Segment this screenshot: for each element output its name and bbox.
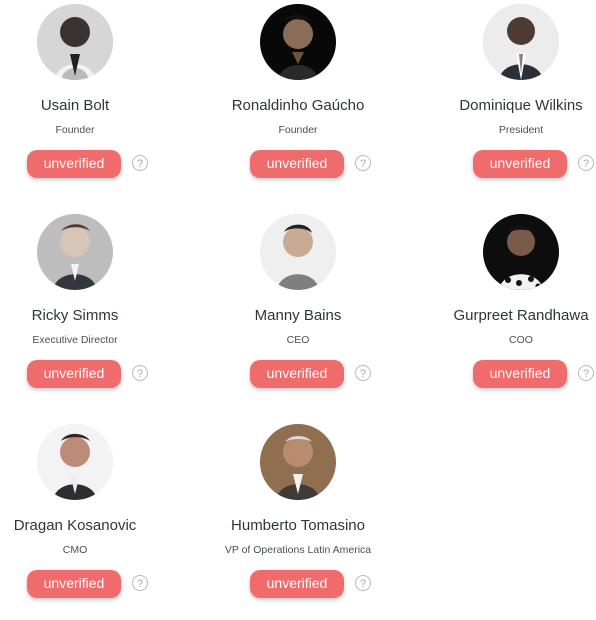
help-icon[interactable]: ?	[132, 365, 148, 381]
avatar	[37, 214, 113, 290]
verification-row: unverified ?	[27, 570, 167, 600]
unverified-button[interactable]: unverified	[250, 570, 344, 598]
team-card-dominique-wilkins: Dominique Wilkins President unverified ?	[426, 0, 596, 200]
person-role: CMO	[62, 544, 88, 556]
team-card-manny-bains: Manny Bains CEO unverified ?	[203, 210, 393, 410]
person-role: Executive Director	[32, 334, 118, 346]
avatar	[260, 214, 336, 290]
person-role: Founder	[55, 124, 95, 136]
unverified-button[interactable]: unverified	[27, 150, 121, 178]
person-name: Dragan Kosanovic	[13, 517, 137, 534]
team-card-ricky-simms: Ricky Simms Executive Director unverifie…	[0, 210, 170, 410]
verification-row: unverified ?	[473, 150, 596, 180]
verification-row: unverified ?	[473, 360, 596, 390]
person-name: Manny Bains	[254, 307, 342, 324]
help-icon[interactable]: ?	[355, 155, 371, 171]
help-icon[interactable]: ?	[355, 365, 371, 381]
verification-row: unverified ?	[250, 360, 390, 390]
team-card-dragan-kosanovic: Dragan Kosanovic CMO unverified ?	[0, 420, 170, 620]
person-name: Humberto Tomasino	[231, 517, 365, 534]
team-grid: Usain Bolt Founder unverified ? Ronaldin…	[0, 0, 596, 613]
avatar	[37, 4, 113, 80]
person-role: CEO	[286, 334, 310, 346]
avatar	[483, 4, 559, 80]
unverified-button[interactable]: unverified	[473, 360, 567, 388]
help-icon[interactable]: ?	[578, 155, 594, 171]
verification-row: unverified ?	[250, 570, 390, 600]
verification-row: unverified ?	[250, 150, 390, 180]
person-name: Usain Bolt	[40, 97, 110, 114]
person-role: VP of Operations Latin America	[224, 544, 372, 556]
person-name: Dominique Wilkins	[459, 97, 583, 114]
help-icon[interactable]: ?	[355, 575, 371, 591]
person-role: President	[498, 124, 544, 136]
team-card-ronaldinho-gaucho: Ronaldinho Gaúcho Founder unverified ?	[203, 0, 393, 200]
unverified-button[interactable]: unverified	[250, 360, 344, 388]
help-icon[interactable]: ?	[578, 365, 594, 381]
person-role: COO	[509, 334, 533, 346]
verification-row: unverified ?	[27, 360, 167, 390]
help-icon[interactable]: ?	[132, 155, 148, 171]
avatar	[260, 424, 336, 500]
person-name: Ronaldinho Gaúcho	[231, 97, 365, 114]
verification-row: unverified ?	[27, 150, 167, 180]
unverified-button[interactable]: unverified	[27, 570, 121, 598]
team-card-humberto-tomasino: Humberto Tomasino VP of Operations Latin…	[203, 420, 393, 620]
unverified-button[interactable]: unverified	[250, 150, 344, 178]
person-role: Founder	[278, 124, 318, 136]
avatar	[260, 4, 336, 80]
avatar	[483, 214, 559, 290]
person-name: Ricky Simms	[31, 307, 119, 324]
avatar	[37, 424, 113, 500]
help-icon[interactable]: ?	[132, 575, 148, 591]
person-name: Gurpreet Randhawa	[453, 307, 589, 324]
unverified-button[interactable]: unverified	[473, 150, 567, 178]
team-card-usain-bolt: Usain Bolt Founder unverified ?	[0, 0, 170, 200]
team-card-gurpreet-randhawa: Gurpreet Randhawa COO unverified ?	[426, 210, 596, 410]
unverified-button[interactable]: unverified	[27, 360, 121, 388]
